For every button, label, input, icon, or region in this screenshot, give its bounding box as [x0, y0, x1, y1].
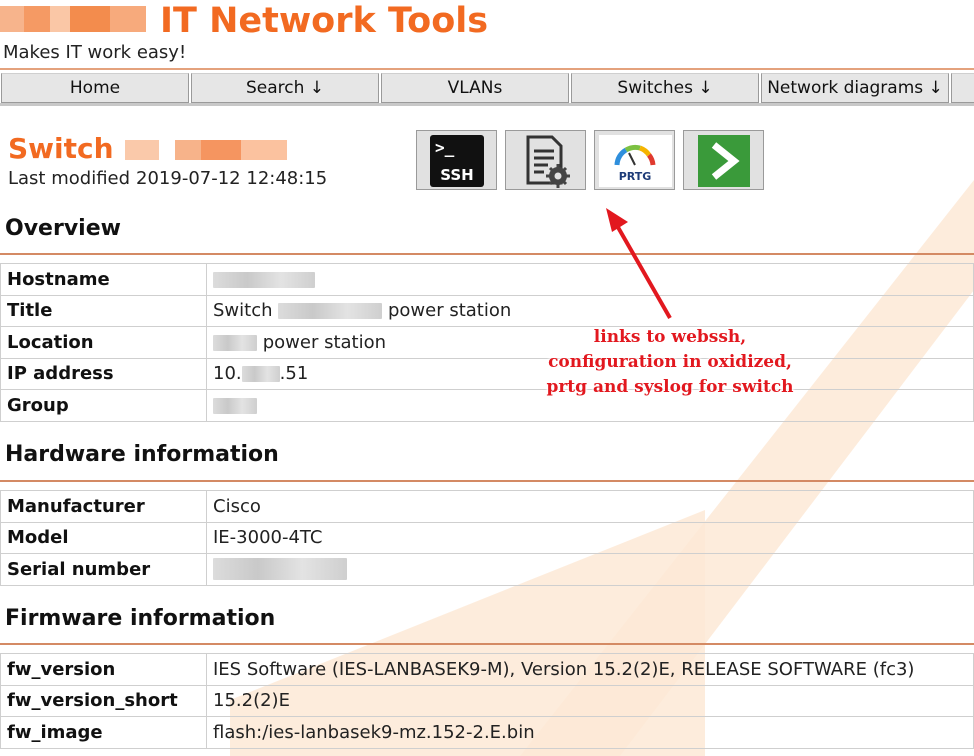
- redacted-hostname: [125, 140, 287, 160]
- row-value: [206, 553, 974, 586]
- row-value: flash:/ies-lanbasek9-mz.152-2.E.bin: [206, 716, 974, 749]
- row-key: fw_version_short: [0, 684, 207, 717]
- row-key: IP address: [0, 357, 207, 390]
- annotation-line: links to webssh,: [593, 327, 747, 347]
- annotation-line: configuration in oxidized,: [548, 352, 792, 372]
- row-key: Serial number: [0, 553, 207, 586]
- nav-switches[interactable]: Switches ↓: [571, 73, 759, 103]
- syslog-button[interactable]: [683, 130, 764, 190]
- nav-search[interactable]: Search ↓: [191, 73, 379, 103]
- row-value: 15.2(2)E: [206, 684, 974, 717]
- firmware-divider: [0, 643, 974, 645]
- row-value: Cisco: [206, 490, 974, 523]
- redacted-value: [213, 334, 257, 351]
- header-divider: [0, 68, 974, 70]
- table-row: Hostname: [0, 263, 974, 296]
- redacted-value: [213, 558, 347, 581]
- configuration-button[interactable]: [505, 130, 586, 190]
- row-key: Group: [0, 389, 207, 422]
- config-document-gear-icon: [526, 135, 570, 188]
- redacted-value: [278, 303, 383, 320]
- row-key: fw_image: [0, 716, 207, 749]
- table-row: Model IE-3000-4TC: [0, 521, 974, 554]
- row-key: Manufacturer: [0, 490, 207, 523]
- last-modified: Last modified 2019-07-12 12:48:15: [8, 168, 327, 189]
- redacted-value: [213, 397, 257, 414]
- site-title[interactable]: IT Network Tools: [160, 0, 488, 42]
- row-key: fw_version: [0, 653, 207, 686]
- table-row: IP address 10. .51: [0, 357, 974, 390]
- row-key: Location: [0, 326, 207, 359]
- row-value: IE-3000-4TC: [206, 521, 974, 554]
- ssh-label: SSH: [440, 166, 474, 184]
- hardware-heading: Hardware information: [5, 442, 279, 467]
- table-row: Group: [0, 389, 974, 422]
- last-modified-value: 2019-07-12 12:48:15: [136, 168, 328, 189]
- hardware-divider: [0, 480, 974, 482]
- prtg-label: PRTG: [619, 170, 652, 183]
- ssh-terminal-icon: >_ SSH: [430, 135, 484, 187]
- table-row: Location power station: [0, 326, 974, 359]
- overview-divider: [0, 253, 974, 255]
- redacted-value: [213, 271, 315, 288]
- table-row: Title Switch power station: [0, 294, 974, 327]
- last-modified-label: Last modified: [8, 168, 131, 189]
- site-tagline: Makes IT work easy!: [3, 42, 187, 63]
- table-row: fw_image flash:/ies-lanbasek9-mz.152-2.E…: [0, 716, 974, 749]
- table-row: fw_version_short 15.2(2)E: [0, 684, 974, 717]
- svg-text:>_: >_: [435, 138, 455, 157]
- annotation-line: prtg and syslog for switch: [546, 377, 794, 397]
- redacted-value: [241, 366, 280, 383]
- nav-vlans[interactable]: VLANs: [381, 73, 569, 103]
- row-key: Title: [0, 294, 207, 327]
- row-value: Switch power station: [206, 294, 974, 327]
- firmware-heading: Firmware information: [5, 606, 276, 631]
- nav-divider: [0, 103, 974, 106]
- row-key: Hostname: [0, 263, 207, 296]
- table-row: Manufacturer Cisco: [0, 490, 974, 523]
- nav-more[interactable]: [951, 73, 974, 103]
- overview-heading: Overview: [5, 216, 121, 241]
- page-title-prefix: Switch: [8, 132, 114, 165]
- prtg-gauge-icon: PRTG: [599, 135, 672, 187]
- overview-table: Hostname Title Switch power station Loca…: [0, 263, 974, 422]
- firmware-table: fw_version IES Software (IES-LANBASEK9-M…: [0, 653, 974, 749]
- page-title: Switch: [8, 130, 114, 168]
- ssh-button[interactable]: >_ SSH: [416, 130, 497, 190]
- row-key: Model: [0, 521, 207, 554]
- row-value: IES Software (IES-LANBASEK9-M), Version …: [206, 653, 974, 686]
- nav-network-diagrams[interactable]: Network diagrams ↓: [761, 73, 949, 103]
- hardware-table: Manufacturer Cisco Model IE-3000-4TC Ser…: [0, 490, 974, 586]
- site-logo[interactable]: [0, 6, 146, 32]
- row-value: [206, 263, 974, 296]
- prtg-button[interactable]: PRTG: [594, 130, 675, 190]
- table-row: Serial number: [0, 553, 974, 586]
- annotation-callout: links to webssh, configuration in oxidiz…: [545, 325, 795, 400]
- syslog-arrow-icon: [698, 135, 750, 187]
- main-nav: Home Search ↓ VLANs Switches ↓ Network d…: [0, 73, 974, 103]
- nav-home[interactable]: Home: [1, 73, 189, 103]
- table-row: fw_version IES Software (IES-LANBASEK9-M…: [0, 653, 974, 686]
